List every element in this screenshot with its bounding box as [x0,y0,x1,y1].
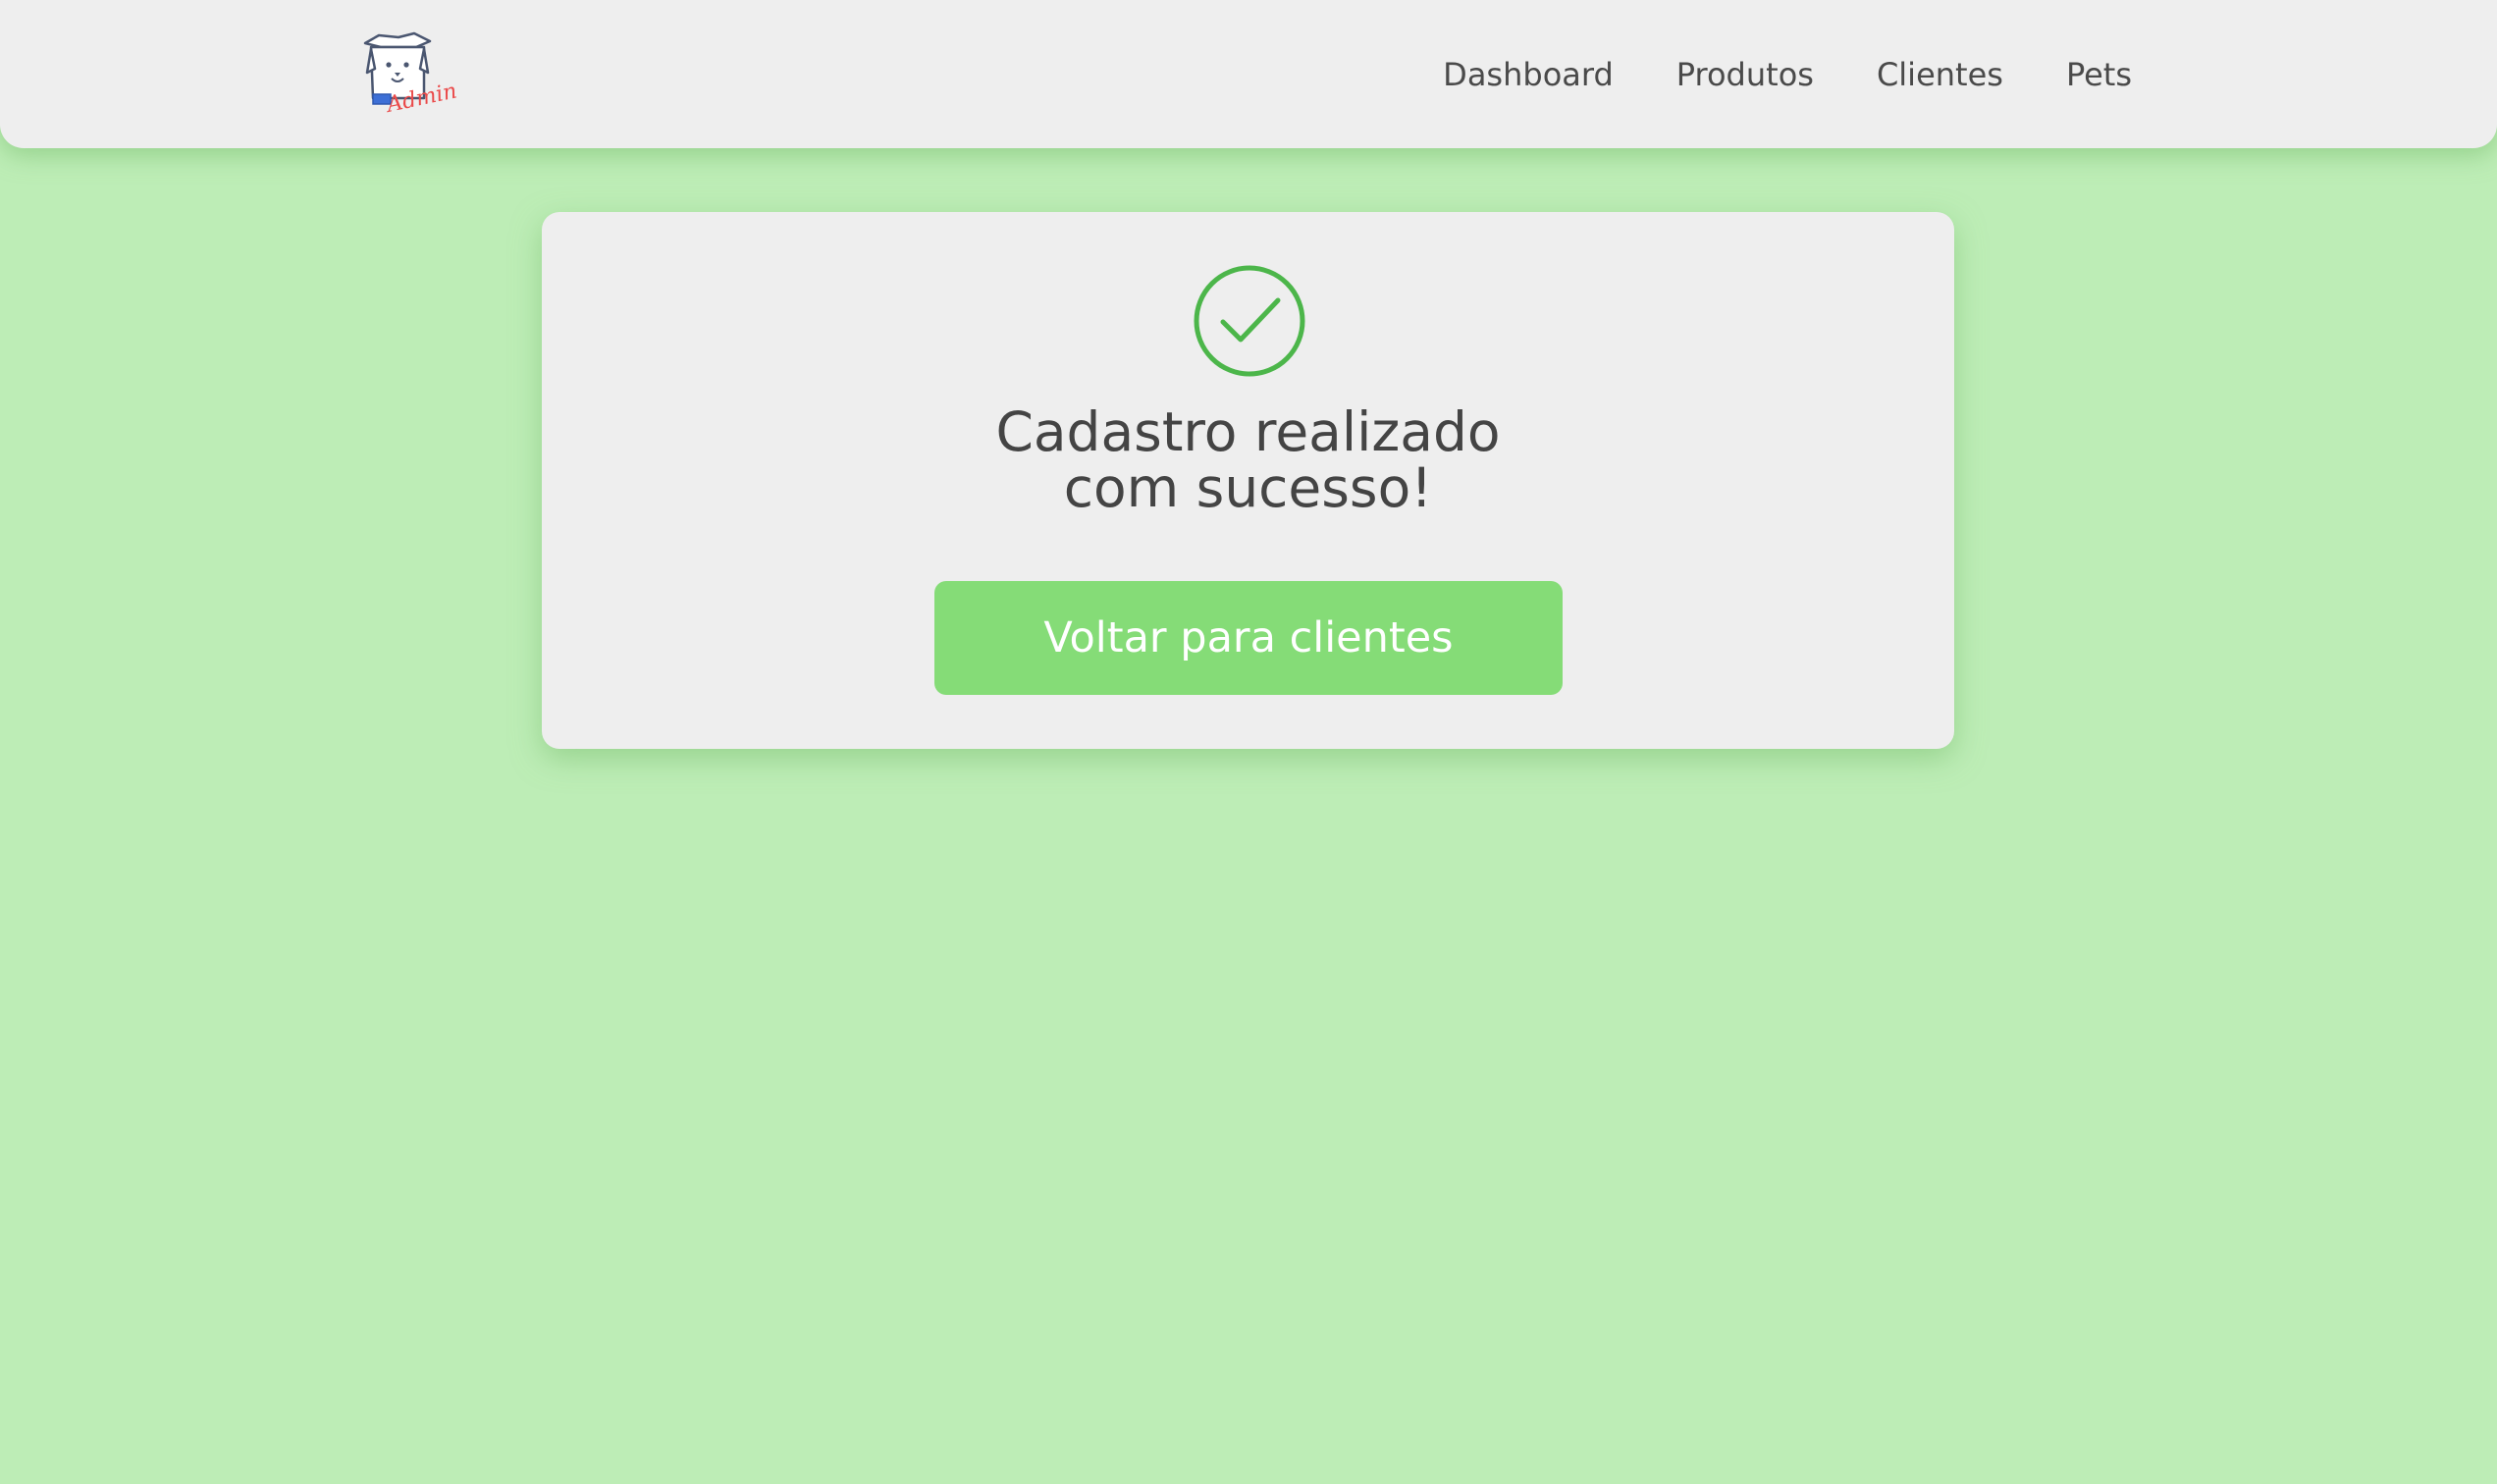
nav-link-pets[interactable]: Pets [2066,56,2132,93]
success-message: Cadastro realizado com sucesso! [542,404,1954,516]
success-card: Cadastro realizado com sucesso! Voltar p… [542,212,1954,749]
success-message-line-1: Cadastro realizado [995,400,1501,463]
nav-link-clientes[interactable]: Clientes [1877,56,2003,93]
nav-link-dashboard[interactable]: Dashboard [1443,56,1614,93]
dog-admin-logo-icon[interactable]: Admin [359,29,461,120]
back-to-clients-button[interactable]: Voltar para clientes [934,581,1563,695]
nav-link-produtos[interactable]: Produtos [1676,56,1814,93]
top-navbar: Admin Dashboard Produtos Clientes Pets [0,0,2497,148]
success-message-line-2: com sucesso! [1063,456,1433,519]
check-circle-icon [1194,265,1305,377]
main-nav: Dashboard Produtos Clientes Pets [1443,0,2132,148]
